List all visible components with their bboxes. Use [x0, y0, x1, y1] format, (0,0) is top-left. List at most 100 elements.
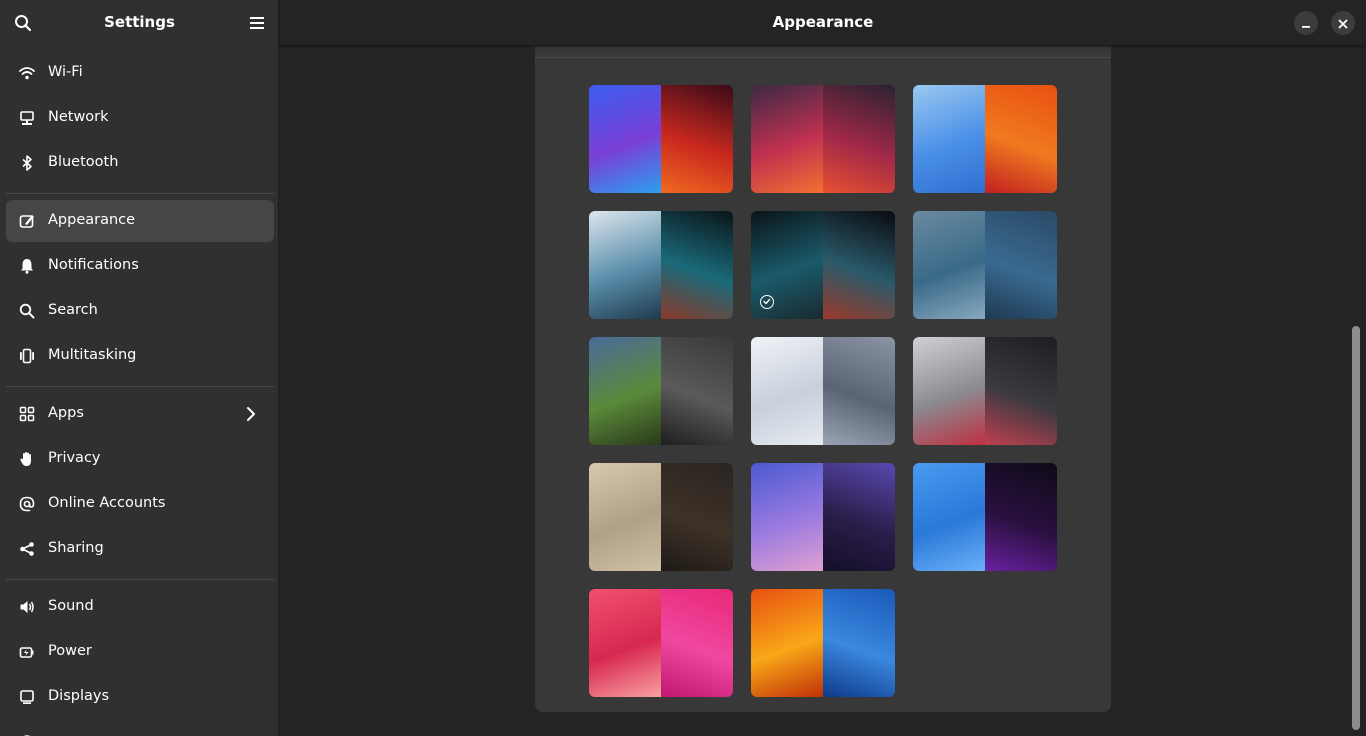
selected-check-icon [760, 295, 774, 309]
sidebar-item-label: Bluetooth [48, 154, 119, 170]
sidebar-item-label: Appearance [48, 212, 136, 228]
wallpaper-card [535, 32, 1111, 712]
sidebar-item-multitasking[interactable]: Multitasking [6, 335, 274, 377]
wallpaper-light-half [589, 463, 661, 571]
sidebar: Settings Wi-Fi Network Bluetooth Appeara… [0, 0, 279, 736]
sidebar-item-label: Wi-Fi [48, 64, 83, 80]
wallpaper-dark-half [823, 211, 895, 319]
sidebar-item-appearance[interactable]: Appearance [6, 200, 274, 242]
wallpaper-light-half [913, 337, 985, 445]
sidebar-title: Settings [104, 13, 175, 31]
sidebar-item-network[interactable]: Network [6, 97, 274, 139]
sidebar-item-notifications[interactable]: Notifications [6, 245, 274, 287]
minimize-button[interactable] [1294, 11, 1318, 35]
wallpaper-thumbnail-chains-pink[interactable] [589, 589, 733, 697]
display-icon [18, 688, 36, 706]
sidebar-item-online-accounts[interactable]: Online Accounts [6, 483, 274, 525]
wallpaper-thumbnail-crystal-sky[interactable] [751, 463, 895, 571]
wallpaper-thumbnail-beige-lines[interactable] [589, 463, 733, 571]
sidebar-item-displays[interactable]: Displays [6, 676, 274, 718]
wallpaper-dark-half [985, 463, 1057, 571]
sidebar-item-label: Network [48, 109, 109, 125]
wallpaper-light-half [589, 85, 661, 193]
wallpaper-light-half [913, 463, 985, 571]
sidebar-item-label: Apps [48, 405, 84, 421]
wallpaper-dark-half [823, 337, 895, 445]
sidebar-item-label: Privacy [48, 450, 101, 466]
wallpaper-dark-half [985, 211, 1057, 319]
wallpaper-dark-half [661, 463, 733, 571]
wallpaper-light-half [589, 337, 661, 445]
sidebar-item-sharing[interactable]: Sharing [6, 528, 274, 570]
wallpaper-light-half [751, 337, 823, 445]
wallpaper-light-half [751, 463, 823, 571]
wallpaper-thumbnail-silk-white[interactable] [751, 337, 895, 445]
minimize-icon [1301, 14, 1311, 33]
wallpaper-dark-half [661, 589, 733, 697]
apps-icon [18, 405, 36, 423]
sidebar-item-next[interactable] [6, 721, 274, 736]
sidebar-item-label: Search [48, 302, 98, 318]
wallpaper-dark-half [661, 85, 733, 193]
sidebar-item-label: Online Accounts [48, 495, 166, 511]
sidebar-item-label: Power [48, 643, 92, 659]
appearance-icon [18, 212, 36, 230]
card-divider [535, 57, 1111, 58]
bluetooth-icon [18, 154, 36, 172]
sidebar-item-privacy[interactable]: Privacy [6, 438, 274, 480]
sidebar-item-label: Sharing [48, 540, 104, 556]
wallpaper-light-half [913, 85, 985, 193]
hamburger-menu-icon[interactable] [246, 12, 268, 34]
sidebar-item-sound[interactable]: Sound [6, 586, 274, 628]
wallpaper-thumbnail-glass-swirls[interactable] [913, 211, 1057, 319]
power-icon [18, 643, 36, 661]
wallpaper-thumbnail-waves-purple[interactable] [751, 85, 895, 193]
wallpaper-thumbnail-shards-green[interactable] [589, 337, 733, 445]
wallpaper-light-half [589, 589, 661, 697]
wallpaper-dark-half [985, 337, 1057, 445]
wallpaper-thumbnail-bubbles-light[interactable] [589, 211, 733, 319]
sidebar-separator [6, 193, 274, 194]
header-bar: Appearance [280, 0, 1366, 46]
sidebar-item-apps[interactable]: Apps [6, 393, 274, 435]
wallpaper-thumbnail-blocks[interactable] [913, 337, 1057, 445]
sidebar-item-label: Multitasking [48, 347, 137, 363]
wifi-icon [18, 64, 36, 82]
wallpaper-dark-half [985, 85, 1057, 193]
bell-icon [18, 257, 36, 275]
sidebar-item-label: Sound [48, 598, 94, 614]
wallpaper-thumbnail-drips[interactable] [913, 85, 1057, 193]
wallpaper-light-half [751, 589, 823, 697]
wallpaper-thumbnail-blobs-triangles[interactable] [589, 85, 733, 193]
at-icon [18, 495, 36, 513]
sidebar-separator [6, 579, 274, 580]
share-icon [18, 540, 36, 558]
hand-icon [18, 450, 36, 468]
close-button[interactable] [1331, 11, 1355, 35]
multitasking-icon [18, 347, 36, 365]
wallpaper-thumbnail-blue-purple-glow[interactable] [913, 463, 1057, 571]
page-title: Appearance [772, 13, 874, 31]
wallpaper-thumbnail-bubbles-dark[interactable] [751, 211, 895, 319]
close-icon [1338, 14, 1348, 33]
network-icon [18, 109, 36, 127]
sidebar-item-bluetooth[interactable]: Bluetooth [6, 142, 274, 184]
wallpaper-dark-half [661, 211, 733, 319]
chevron-right-icon [242, 405, 260, 423]
scrollbar-thumb[interactable] [1352, 326, 1360, 730]
sidebar-item-wifi[interactable]: Wi-Fi [6, 52, 274, 94]
wallpaper-thumbnail-mosaic-orange-blue[interactable] [751, 589, 895, 697]
sidebar-item-power[interactable]: Power [6, 631, 274, 673]
wallpaper-dark-half [661, 337, 733, 445]
wallpaper-light-half [913, 211, 985, 319]
main-content: Appearance [280, 0, 1366, 736]
sidebar-separator [6, 386, 274, 387]
wallpaper-dark-half [823, 85, 895, 193]
sidebar-item-search[interactable]: Search [6, 290, 274, 332]
wallpaper-light-half [751, 85, 823, 193]
wallpaper-dark-half [823, 589, 895, 697]
sidebar-header: Settings [0, 0, 278, 46]
wallpaper-light-half [589, 211, 661, 319]
sidebar-item-label: Displays [48, 688, 110, 704]
sidebar-item-label: Notifications [48, 257, 139, 273]
